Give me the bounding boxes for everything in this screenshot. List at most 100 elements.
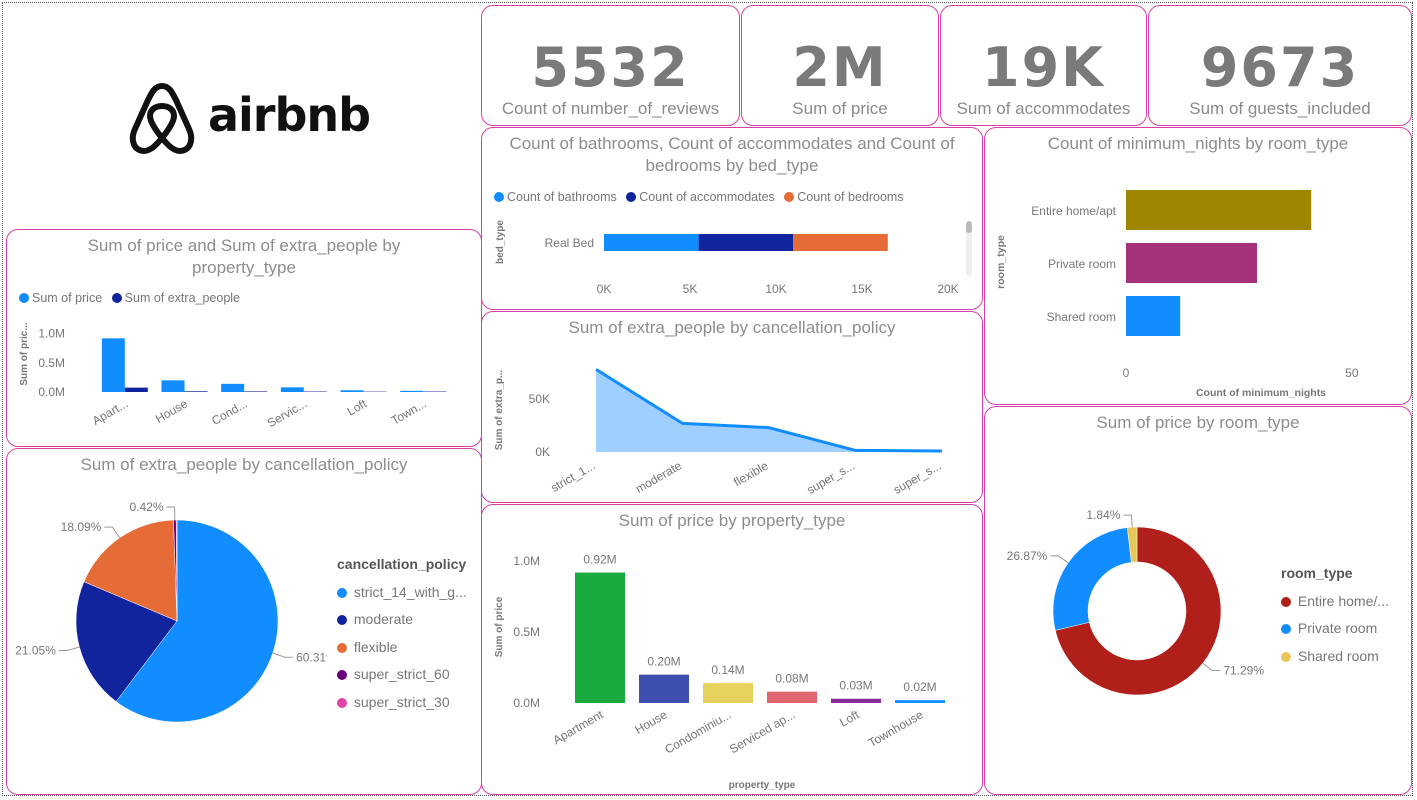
kpi-label: Count of number_of_reviews: [501, 99, 720, 118]
legend-label: super_strict_30: [353, 693, 450, 710]
kpi-value: 5532: [531, 36, 690, 99]
scrollbar-thumb[interactable]: [966, 221, 972, 233]
legend-label: Count of bathrooms: [507, 190, 617, 204]
legend-label: strict_14_with_g...: [353, 583, 467, 600]
tick-label: 0.0M: [38, 385, 65, 399]
bar: [767, 691, 817, 703]
bar: [639, 674, 689, 703]
chart-card-extra-people-area[interactable]: Sum of extra_people by cancellation_poli…: [481, 311, 983, 503]
bed-type-chart: Real Bed bed_type 0K 5K 10K 15K 20K: [495, 220, 959, 296]
kpi-card-guests: 9673 Sum of guests_included: [1148, 5, 1412, 126]
category-label: House: [153, 396, 190, 426]
price-extra-people-chart: 0.0M 0.5M 1.0M Sum of pric... Apart... House C…: [19, 322, 447, 430]
axis-label: Sum of price: [494, 596, 505, 657]
tick-label: 10K: [765, 282, 786, 296]
label-leader: [58, 646, 80, 651]
legend-label: super_strict_60: [353, 666, 450, 682]
axis-label: room_type: [995, 235, 1007, 289]
label-leader: [272, 652, 294, 658]
chart-card-price-property-type[interactable]: Sum of price by property_type 0.0M 0.5M 1.…: [481, 504, 983, 795]
data-label: 60.31%: [296, 650, 327, 664]
legend-item[interactable]: super_strict_30: [337, 694, 467, 722]
legend-item[interactable]: Shared room: [1281, 648, 1389, 676]
legend-item[interactable]: Sum of price: [19, 291, 102, 305]
axis-label: Sum of extra_p...: [494, 369, 505, 450]
extra-people-area-chart: 0K 50K Sum of extra_p... strict_1... moderat…: [494, 368, 944, 497]
data-label: 0.08M: [775, 672, 808, 686]
category-label: Serviced ap...: [727, 707, 798, 756]
bar: [101, 338, 125, 392]
bar: [124, 387, 148, 392]
chart-card-price-room-type[interactable]: Sum of price by room_type 71.29% 26.87% 1.…: [984, 406, 1412, 795]
legend-item[interactable]: flexible: [337, 639, 467, 667]
chart-card-minimum-nights[interactable]: Count of minimum_nights by room_type Ent…: [984, 127, 1412, 405]
axis-label: Count of minimum_nights: [1196, 387, 1326, 399]
bar: [1126, 296, 1181, 336]
bar: [244, 391, 268, 392]
tick-label: 50: [1345, 366, 1359, 380]
chart-card-bed-type[interactable]: Count of bathrooms, Count of accommodate…: [481, 127, 983, 310]
label-leader: [166, 506, 176, 521]
legend-label: flexible: [353, 638, 398, 655]
legend-item[interactable]: Count of bedrooms: [784, 190, 904, 204]
legend-item[interactable]: super_strict_60: [337, 666, 467, 694]
airbnb-wordmark: airbnb: [208, 88, 371, 142]
category-label: House: [632, 707, 669, 737]
legend-item[interactable]: Entire home/...: [1281, 593, 1389, 621]
bar: [703, 683, 753, 703]
tick-label: 1.0M: [513, 554, 540, 568]
donut-legend: room_type Entire home/... Private room S…: [1281, 565, 1389, 675]
data-label: 0.14M: [711, 663, 744, 677]
scrollbar[interactable]: [966, 221, 972, 276]
data-label: 1.84%: [1086, 508, 1120, 522]
legend-dot: [784, 192, 795, 202]
chart-title: Sum of extra_people by cancellation_poli…: [568, 318, 896, 337]
tick-label: 0K: [597, 282, 612, 296]
axis-label: Sum of pric...: [19, 322, 30, 386]
chart-card-extra-people-pie[interactable]: Sum of extra_people by cancellation_poli…: [6, 448, 482, 795]
legend-dot: [19, 293, 29, 303]
tick-label: 50K: [529, 392, 550, 406]
kpi-card-accommodates: 19K Sum of accommodates: [940, 5, 1147, 126]
legend-title: cancellation_policy: [337, 556, 467, 572]
bar: [400, 390, 424, 392]
legend-item[interactable]: moderate: [337, 611, 467, 639]
legend-dot: [337, 670, 347, 680]
legend-item[interactable]: Sum of extra_people: [111, 291, 241, 305]
data-label: 18.09%: [61, 520, 102, 534]
chart-card-price-extra-people[interactable]: Sum of price and Sum of extra_people by …: [6, 229, 482, 447]
legend-item[interactable]: strict_14_with_g...: [337, 584, 467, 612]
kpi-label: Sum of guests_included: [1189, 99, 1371, 118]
chart-title: Sum of price by property_type: [618, 511, 846, 530]
tick-label: 20K: [937, 282, 958, 296]
legend-dot: [111, 293, 122, 303]
legend-title: room_type: [1281, 565, 1353, 581]
bar-segment: [604, 234, 699, 251]
category-label: Loft: [345, 396, 370, 418]
legend-dot: [337, 642, 347, 653]
legend-item[interactable]: Private room: [1281, 620, 1389, 648]
category-label: Private room: [1048, 257, 1116, 271]
category-label: Town...: [389, 396, 429, 427]
tick-label: 0K: [535, 445, 550, 459]
bar: [1126, 190, 1312, 230]
category-label: Cond...: [209, 396, 250, 427]
legend-dot: [337, 615, 347, 625]
legend-item[interactable]: Count of accommodates: [626, 190, 775, 204]
legend-item[interactable]: Count of bathrooms: [494, 190, 617, 204]
legend-label: Sum of price: [32, 291, 103, 305]
chart-title: Sum of extra_people by cancellation_poli…: [80, 455, 408, 474]
chart-title: Sum of price and Sum of extra_people by …: [17, 235, 471, 279]
axis-label: bed_type: [495, 220, 506, 264]
legend-label: Sum of extra_people: [124, 291, 241, 305]
chart-title: Count of minimum_nights by room_type: [1047, 134, 1349, 153]
label-leader: [104, 526, 121, 539]
airbnb-logo: airbnb: [128, 80, 371, 155]
chart-title-line: bedrooms by bed_type: [645, 156, 819, 175]
kpi-value: 19K: [982, 36, 1105, 99]
tick-label: 0.0M: [513, 696, 540, 710]
bar: [184, 391, 208, 392]
tick-label: 15K: [851, 282, 872, 296]
data-label: 0.92M: [583, 553, 616, 567]
kpi-card-price: 2M Sum of price: [741, 5, 939, 126]
